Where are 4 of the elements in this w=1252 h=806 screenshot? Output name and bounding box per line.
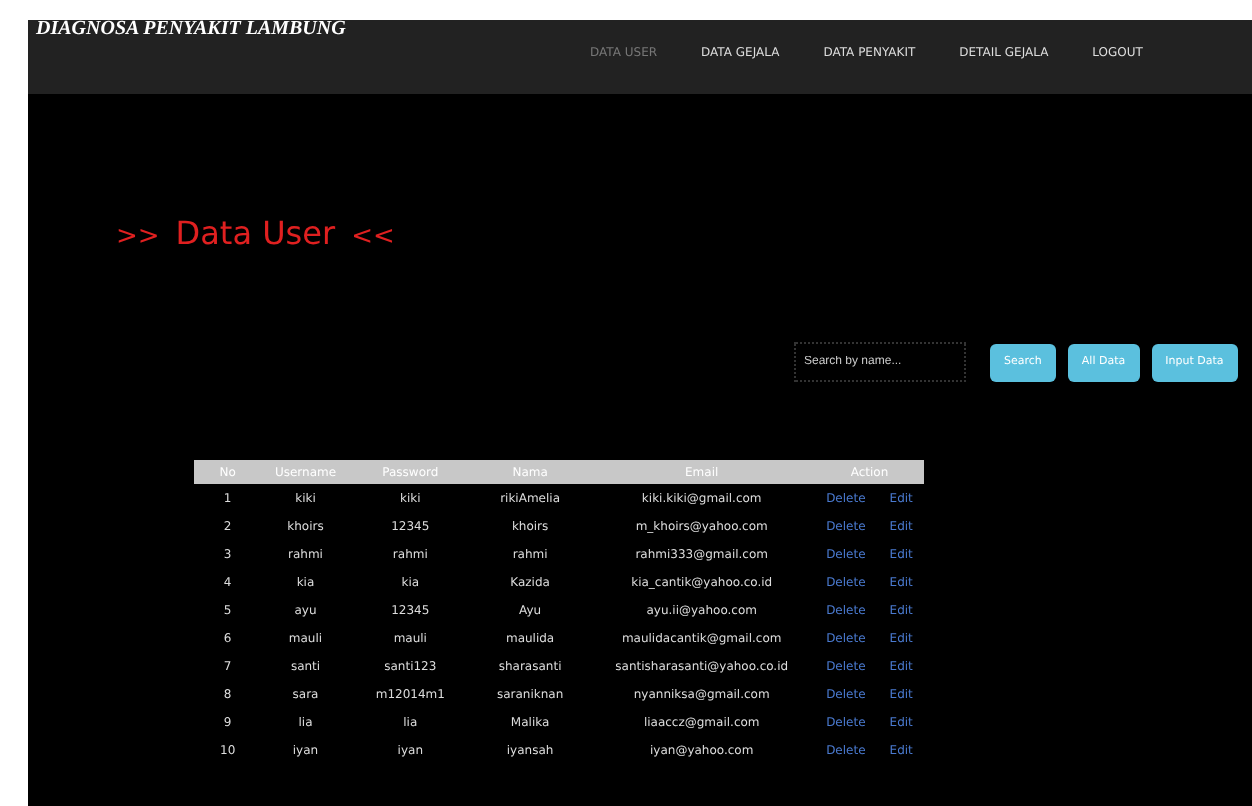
heading-prefix: >>: [116, 222, 160, 252]
page-heading: Data User: [175, 214, 336, 252]
heading-suffix: <<: [351, 222, 395, 252]
site-title: DIAGNOSA PENYAKIT LAMBUNG: [36, 20, 346, 40]
